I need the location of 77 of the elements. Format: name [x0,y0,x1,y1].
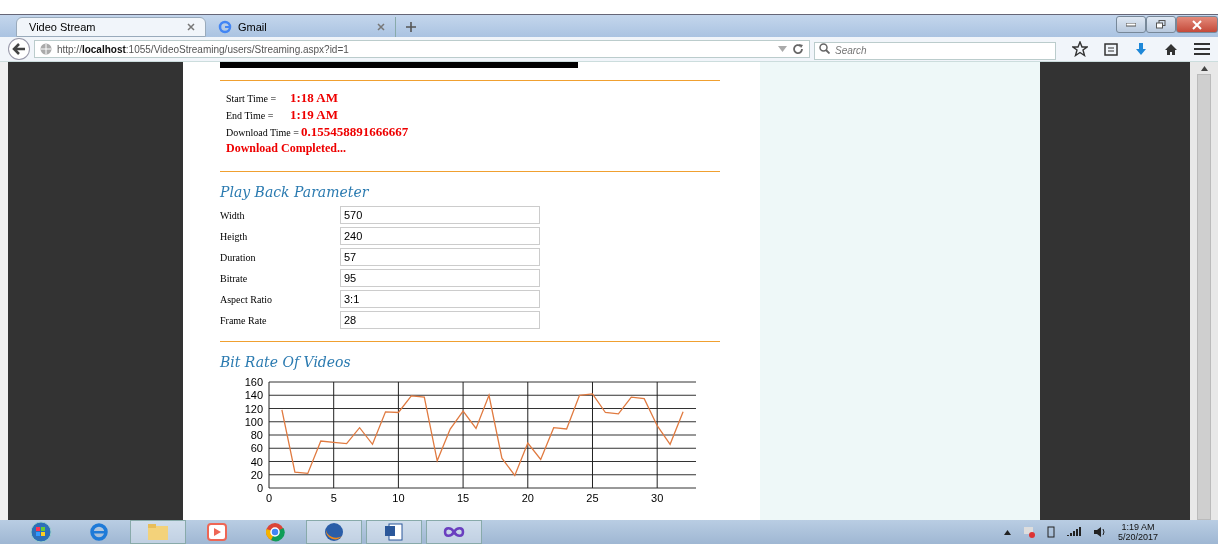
new-tab-icon[interactable] [406,22,416,32]
y-tick-label: 60 [250,442,263,455]
close-icon [1192,19,1202,30]
field-label: Frame Rate [220,314,268,326]
document-icon [384,523,404,541]
url-text: http://localhost:1055/VideoStreaming/users/Streaming.aspx?id=1 [56,43,349,55]
close-icon[interactable] [187,23,195,31]
section-heading: Bit Rate Of Videos [220,354,352,370]
y-tick-label: 40 [250,455,263,468]
y-tick-label: 120 [244,402,263,415]
close-icon[interactable] [377,23,385,31]
close-window-button[interactable] [1176,16,1218,33]
media-player-icon [207,523,227,541]
folder-icon [147,523,169,541]
y-tick-label: 0 [256,482,263,494]
download-icon[interactable] [1134,42,1148,56]
restore-icon [1156,20,1166,29]
battery-icon[interactable] [1046,526,1055,538]
time-label: End Time = [226,110,275,121]
input-field[interactable]: 28 [340,311,540,329]
search-field[interactable]: Search [814,41,1056,60]
caret-icon[interactable] [1003,529,1011,535]
y-tick-label: 100 [244,415,263,428]
scroll-up-icon[interactable] [1200,66,1208,71]
input-field[interactable]: 57 [340,248,540,266]
taskbar-app[interactable] [366,520,422,544]
field-label: Bitrate [220,272,249,284]
address-bar[interactable]: http://localhost:1055/VideoStreaming/users/Streaming.aspx?id=1 [33,40,810,58]
time-label: Start Time = [226,93,278,104]
menu-icon[interactable] [1194,43,1210,55]
x-tick-label: 15 [456,492,470,504]
x-tick-label: 25 [586,492,599,504]
fox-globe-icon [324,522,344,542]
taskbar-app[interactable] [426,520,482,544]
time-value: 1:19 AM [290,107,339,123]
field-label: Duration [220,251,257,263]
signal-icon[interactable] [1066,527,1081,537]
field-label: Aspect Ratio [220,293,273,305]
field-label: Width [220,209,246,221]
x-tick-label: 20 [521,492,534,504]
clock[interactable]: 1:19 AM 5/20/2017 [1117,522,1158,542]
field-label: Heigth [220,230,249,242]
time-value: 0.155458891666667 [300,124,409,140]
globe-icon [39,43,52,55]
flag-icon[interactable] [1022,526,1035,538]
x-tick-label: 30 [651,492,664,504]
reload-icon[interactable] [792,43,804,55]
back-button[interactable] [8,38,30,60]
input-field[interactable]: 95 [340,269,540,287]
x-tick-label: 5 [330,492,337,504]
section-heading: Play Back Parameter [220,184,370,200]
y-tick-label: 160 [244,376,263,388]
x-tick-label: 0 [265,492,273,504]
chrome-icon [265,522,285,542]
scrollbar[interactable] [1190,62,1218,520]
x-tick-label: 10 [392,492,405,504]
time-label: Download Time = [226,127,299,138]
taskbar-app[interactable] [306,520,362,544]
google-icon [218,20,232,34]
download-status: Download Completed... [226,141,347,156]
back-arrow-icon [11,43,26,55]
home-icon[interactable] [1164,42,1178,56]
browser-e-icon [89,522,109,542]
infinity-icon [442,526,466,538]
y-tick-label: 140 [244,389,263,402]
input-field[interactable]: 240 [340,227,540,245]
y-tick-label: 20 [250,468,263,481]
minimize-icon [1126,22,1136,27]
y-tick-label: 80 [250,429,263,441]
browser-tab[interactable]: Video Stream [16,17,206,37]
speaker-icon[interactable] [1092,526,1106,538]
input-field[interactable]: 570 [340,206,540,224]
restore-button[interactable] [1146,16,1176,33]
input-field[interactable]: 3:1 [340,290,540,308]
time-value: 1:18 AM [290,90,339,106]
star-icon[interactable] [1072,41,1088,57]
reading-list-icon[interactable] [1104,42,1118,56]
